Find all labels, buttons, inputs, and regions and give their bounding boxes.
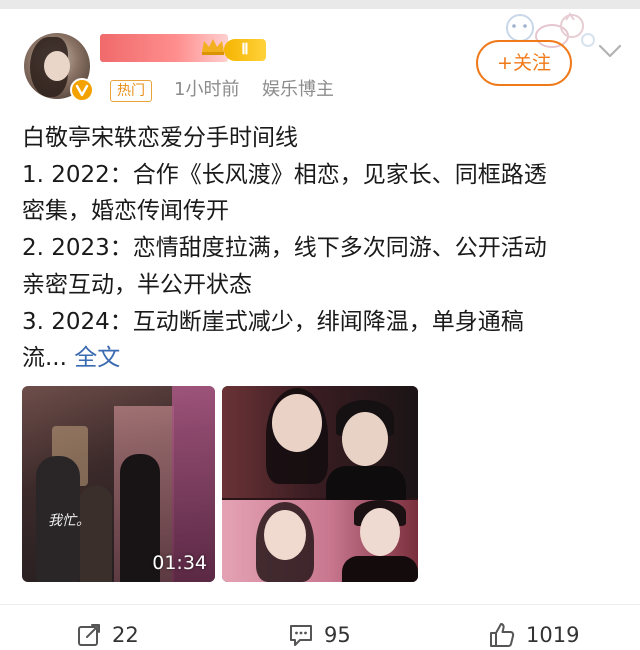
follow-button[interactable]: +关注 (476, 40, 572, 86)
crown-icon (202, 39, 224, 55)
post-text-line: 1. 2022：合作《长风渡》相恋，见家长、同框路透 (22, 161, 547, 188)
post-text-last-line: 流... 全文 (22, 340, 622, 377)
post-text-line: 亲密互动，半公开状态 (22, 271, 252, 298)
person-face-shape (264, 510, 306, 560)
full-text-link[interactable]: 全文 (74, 345, 120, 371)
person-body-shape (342, 556, 418, 582)
verified-v-icon (70, 78, 94, 102)
action-bar-divider (0, 604, 640, 605)
comment-count: 95 (324, 623, 351, 647)
truncated-text: 流... (22, 345, 67, 372)
top-divider-bar (0, 0, 640, 9)
post-title-line: 白敬亭宋轶恋爱分手时间线 (22, 125, 298, 151)
author-role: 娱乐博主 (262, 79, 334, 100)
like-icon (490, 623, 515, 647)
like-count: 1019 (526, 623, 580, 647)
photo-collage-thumbnail[interactable] (222, 386, 418, 582)
post-text-line: 密集，婚恋传闻传开 (22, 198, 229, 225)
person-face-shape (342, 412, 388, 466)
member-level-badge: Ⅱ (224, 39, 266, 61)
person-face-shape (360, 508, 400, 556)
hot-tag: 热门 (110, 80, 152, 102)
comment-button[interactable]: 95 (288, 620, 351, 650)
repost-icon (78, 624, 100, 646)
post-text-line: 3. 2024：互动断崖式减少，绯闻降温，单身通稿 (22, 308, 524, 335)
person-silhouette (80, 486, 112, 582)
person-face-shape (272, 394, 322, 452)
like-button[interactable]: 1019 (488, 620, 579, 650)
person-body-shape (326, 466, 406, 500)
chevron-down-icon[interactable] (597, 42, 623, 60)
post-text-line: 2. 2023：恋情甜度拉满，线下多次同游、公开活动 (22, 235, 547, 262)
repost-count: 22 (112, 623, 139, 647)
video-thumbnail[interactable]: 我忙。 01:34 (22, 386, 215, 582)
post-time: 1小时前 (174, 79, 240, 100)
post-text: 白敬亭宋轶恋爱分手时间线 1. 2022：合作《长风渡》相恋，见家长、同框路透 … (22, 120, 622, 377)
comment-icon (290, 625, 312, 646)
repost-button[interactable]: 22 (76, 620, 139, 650)
video-caption: 我忙。 (48, 513, 90, 529)
avatar-face-shape (44, 51, 70, 81)
video-duration: 01:34 (152, 552, 207, 574)
